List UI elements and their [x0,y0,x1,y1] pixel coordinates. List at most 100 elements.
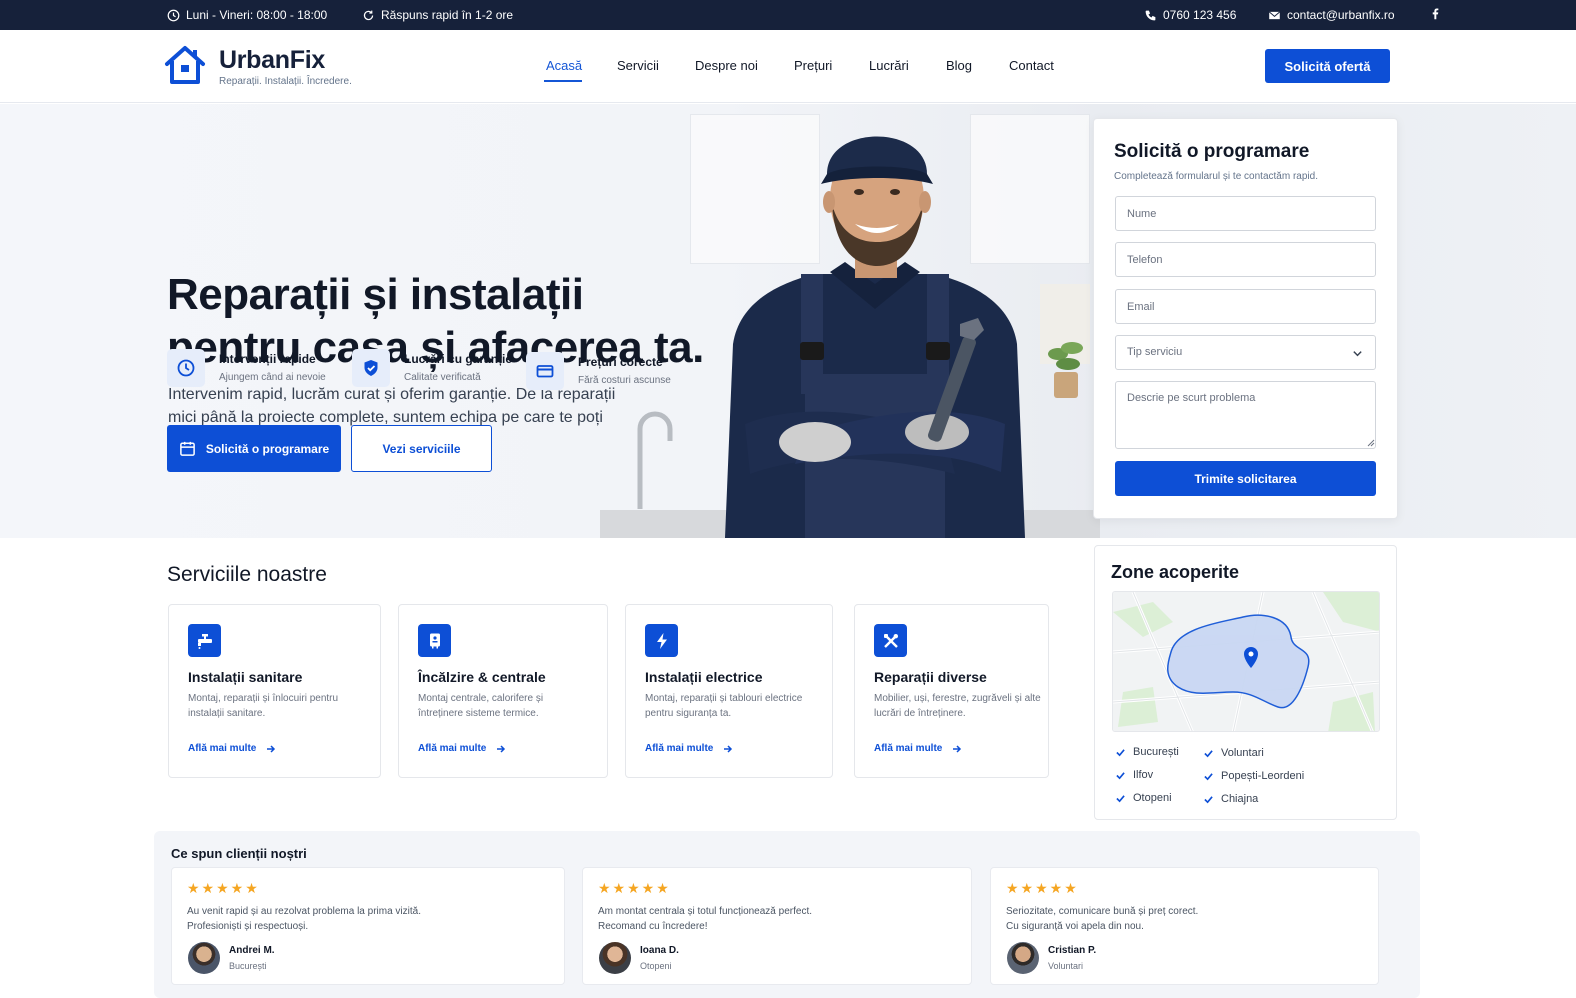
submit-request-button[interactable]: Trimite solicitarea [1115,461,1376,496]
working-hours-text: Luni - Vineri: 08:00 - 18:00 [186,8,328,22]
reviewer-location: Voluntari [1048,961,1084,971]
service-icon-box [418,624,451,657]
testimonial-line: Profesioniști și respectuoși. [187,921,309,932]
nav-item-contact[interactable]: Contact [1009,58,1054,73]
mail-icon [1268,10,1281,19]
learn-more-link[interactable]: Află mai multe [418,743,506,754]
feature-desc: Fără costuri ascunse [578,375,671,386]
service-card-electrical[interactable]: Instalații electrice Montaj, reparații ș… [625,604,833,778]
check-icon [1204,795,1213,803]
service-card-plumbing[interactable]: Instalații sanitare Montaj, reparații și… [168,604,381,778]
zone-label: Popești-Leordeni [1221,770,1305,782]
arrow-right-icon [724,744,733,753]
email-address[interactable]: contact@urbanfix.ro [1287,8,1395,22]
phone-icon [1145,10,1156,20]
learn-more-link[interactable]: Află mai multe [188,743,276,754]
book-appointment-button[interactable]: Solicită o programare [167,425,341,472]
appointment-form-card: Solicită o programare Completează formul… [1093,118,1398,519]
check-icon [1116,748,1125,756]
nav-item-despre-noi[interactable]: Despre noi [695,58,758,73]
nav-item-servicii[interactable]: Servicii [617,58,659,73]
zone-label: Ilfov [1133,769,1154,781]
worker-photo [725,136,1025,538]
coverage-map[interactable] [1112,591,1380,732]
testimonials-section: Ce spun clienții noștri ★★★★★ Au venit r… [154,831,1420,998]
service-card-repairs[interactable]: Reparații diverse Mobilier, uși, ferestr… [854,604,1049,778]
house-logo-icon[interactable] [164,44,206,86]
testimonial-line: Seriozitate, comunicare bună și preț cor… [1006,906,1199,917]
check-icon [1116,794,1125,802]
service-icon-box [188,624,221,657]
working-hours: Luni - Vineri: 08:00 - 18:00 [167,8,327,22]
reviewer-name: Ioana D. [640,945,679,956]
check-icon [1116,771,1125,779]
clock-icon [167,9,180,21]
testimonial-card: ★★★★★ Am montat centrala și totul funcți… [582,867,972,985]
coverage-zones-card: Zone acoperite București Ilfov Otopeni V… [1094,545,1397,820]
clock-icon [177,359,195,377]
zone-label: București [1133,746,1179,758]
zone-label: Otopeni [1133,792,1172,804]
learn-more-link[interactable]: Află mai multe [874,743,962,754]
feature-title: Intervenții rapide [219,352,316,366]
email-field[interactable] [1115,289,1376,324]
feature-icon-box [352,349,390,387]
check-icon [1204,749,1213,757]
zone-label: Chiajna [1221,793,1259,805]
service-type-select[interactable]: Tip serviciu [1115,335,1376,370]
services-section-title: Serviciile noastre [167,563,327,586]
name-field[interactable] [1115,196,1376,231]
response-time: Răspuns rapid în 1-2 ore [362,8,513,22]
reviewer-location: Otopeni [640,961,672,971]
phone-field[interactable] [1115,242,1376,277]
plant-illustration [1048,342,1083,398]
check-icon [1204,772,1213,780]
star-rating: ★★★★★ [1006,880,1079,896]
service-icon-box [645,624,678,657]
service-card-heating[interactable]: Încălzire & centrale Montaj centrale, ca… [398,604,608,778]
feature-desc: Calitate verificată [404,372,481,383]
facebook-icon[interactable] [1429,7,1442,20]
tools-icon [883,633,898,648]
learn-more-link[interactable]: Află mai multe [645,743,733,754]
nav-item-blog[interactable]: Blog [946,58,972,73]
star-rating: ★★★★★ [187,880,260,896]
testimonial-line: Au venit rapid și au rezolvat problema l… [187,906,421,917]
feature-icon-box [526,352,564,390]
service-desc: Montaj centrale, calorifere și întreține… [418,693,544,719]
learn-more-label: Află mai multe [188,743,257,754]
zone-item: Chiajna [1204,793,1258,805]
service-desc: Montaj, reparații și tablouri electrice … [645,693,803,719]
email-link[interactable]: contact@urbanfix.ro [1268,8,1395,22]
brand-tagline: Reparații. Instalații. Încredere. [219,76,352,87]
service-desc: Montaj, reparații și înlocuiri pentru in… [188,693,339,719]
feature-desc: Ajungem când ai nevoie [219,372,326,383]
service-icon-box [874,624,907,657]
zone-item: Popești-Leordeni [1204,770,1304,782]
view-services-button[interactable]: Vezi serviciile [351,425,492,472]
feature-icon-box [167,349,205,387]
nav-active-indicator [544,80,582,82]
phone-number[interactable]: 0760 123 456 [1163,8,1236,22]
problem-description-field[interactable] [1115,381,1376,449]
learn-more-label: Află mai multe [645,743,714,754]
nav-item-lucrari[interactable]: Lucrări [869,58,909,73]
response-time-text: Răspuns rapid în 1-2 ore [381,8,514,22]
testimonial-line: Recomand cu încredere! [598,921,708,932]
phone-link[interactable]: 0760 123 456 [1144,8,1236,22]
zone-label: Voluntari [1221,747,1264,759]
facebook-link[interactable] [1429,7,1442,20]
request-quote-button[interactable]: Solicită ofertă [1265,49,1390,83]
feature-title: Lucrări cu garanție [404,352,513,366]
resize-grip-icon[interactable] [1367,439,1375,447]
brand-name[interactable]: UrbanFix [219,46,325,75]
testimonial-card: ★★★★★ Seriozitate, comunicare bună și pr… [990,867,1379,985]
top-info-bar: Luni - Vineri: 08:00 - 18:00 Răspuns rap… [0,0,1576,30]
service-title: Reparații diverse [874,669,987,685]
testimonial-line: Cu siguranță voi apela din nou. [1006,921,1144,932]
testimonial-text: Seriozitate, comunicare bună și preț cor… [1006,904,1306,934]
credit-card-icon [536,365,554,378]
testimonial-line: Am montat centrala și totul funcționează… [598,906,812,917]
nav-item-acasa[interactable]: Acasă [546,58,582,73]
nav-item-preturi[interactable]: Prețuri [794,58,832,73]
